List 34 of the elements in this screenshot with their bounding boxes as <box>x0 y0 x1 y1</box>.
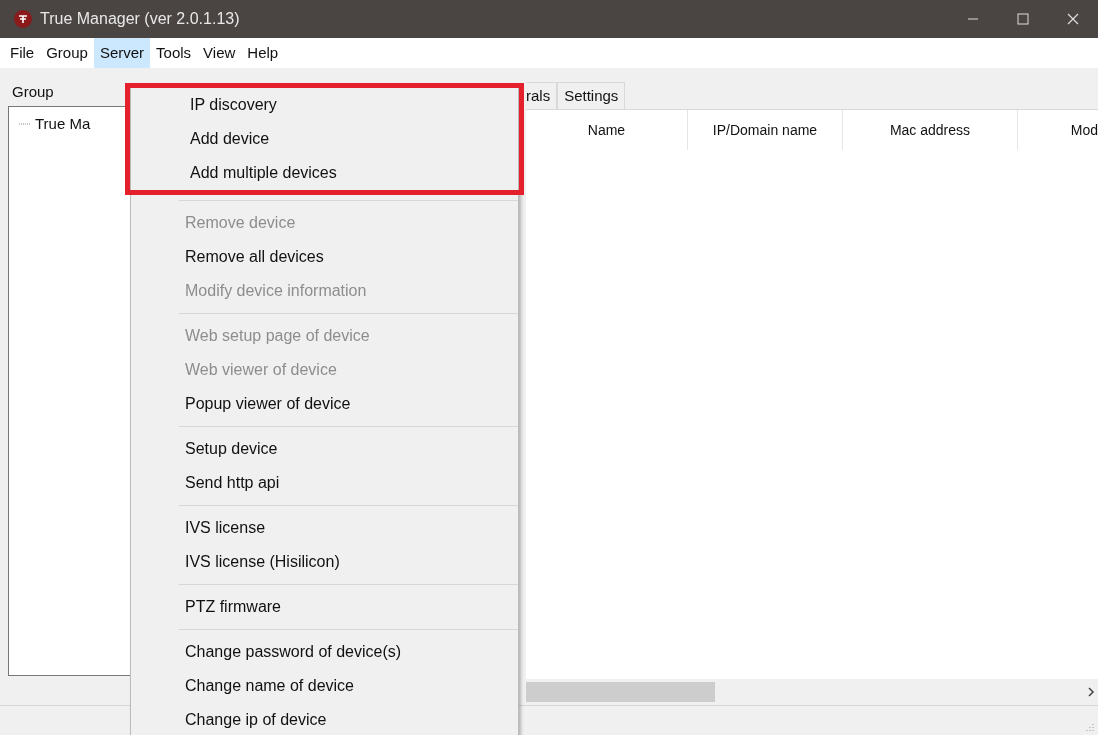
column-header[interactable]: Mac address <box>843 110 1018 150</box>
menu-item[interactable]: Change name of device <box>131 669 518 703</box>
panel-header: Group <box>11 81 55 102</box>
menu-item[interactable]: Change password of device(s) <box>131 635 518 669</box>
menu-item[interactable]: Remove all devices <box>131 240 518 274</box>
menu-item[interactable]: Popup viewer of device <box>131 387 518 421</box>
tree-item[interactable]: True Ma <box>35 113 91 136</box>
close-icon <box>1067 13 1079 25</box>
resize-grip-icon <box>1086 723 1094 731</box>
app-logo-icon <box>14 10 32 28</box>
menu-item[interactable]: Server <box>93 38 151 68</box>
menu-item[interactable]: IVS license <box>131 511 518 545</box>
tree-connector-icon <box>19 122 31 127</box>
menu-item[interactable]: IVS license (Hisilicon) <box>131 545 518 579</box>
menu-item[interactable]: Add device <box>136 122 513 156</box>
menu-item[interactable]: Send http api <box>131 466 518 500</box>
menu-item[interactable]: Tools <box>150 38 198 68</box>
menu-item[interactable]: File <box>4 38 41 68</box>
column-header[interactable]: Name <box>526 110 688 150</box>
menu-item[interactable]: View <box>197 38 242 68</box>
column-header[interactable]: Mod <box>1018 110 1098 150</box>
tab[interactable]: Settings <box>557 81 626 109</box>
scrollbar-thumb[interactable] <box>526 682 715 702</box>
window-title: True Manager (ver 2.0.1.13) <box>40 9 240 29</box>
menu-item[interactable]: PTZ firmware <box>131 590 518 624</box>
menu-item[interactable]: Setup device <box>131 432 518 466</box>
tab[interactable]: rals <box>526 81 558 109</box>
maximize-icon <box>1017 13 1029 25</box>
menu-item[interactable]: Help <box>241 38 285 68</box>
column-header[interactable]: IP/Domain name <box>688 110 843 150</box>
menu-item[interactable]: Group <box>40 38 94 68</box>
menu-item[interactable]: Add multiple devices <box>136 156 513 190</box>
menu-item[interactable]: Change ip of device <box>131 703 518 735</box>
menu-item[interactable]: IP discovery <box>136 88 513 122</box>
